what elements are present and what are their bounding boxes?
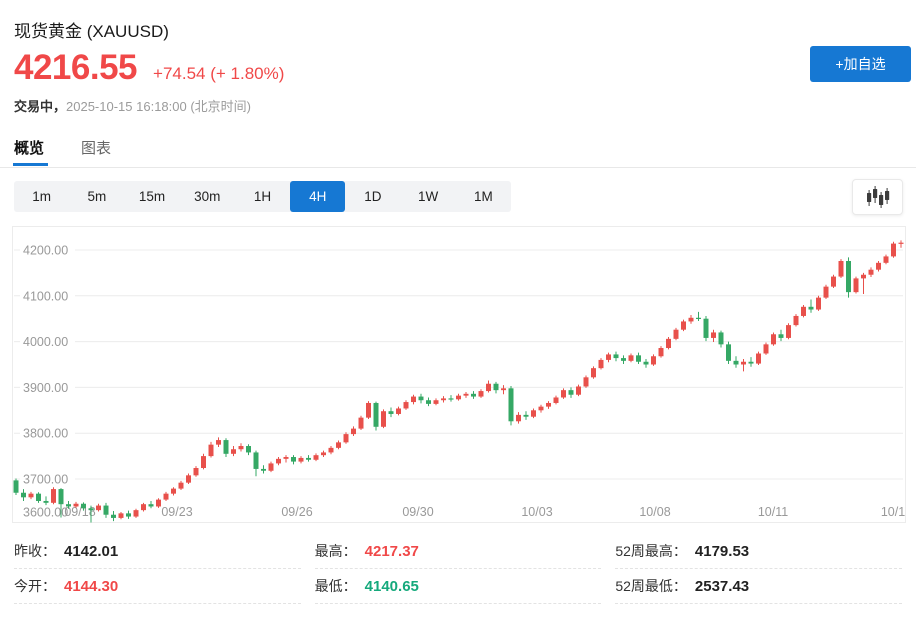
svg-text:4000.00: 4000.00 <box>23 335 68 349</box>
chart-type-button[interactable] <box>852 179 903 215</box>
timeframe-1m-month[interactable]: 1M <box>456 181 511 212</box>
svg-text:10/03: 10/03 <box>521 505 552 519</box>
quote-page: 现货黄金 (XAUUSD) +加自选 4216.55 +74.54 (+ 1.8… <box>0 0 916 617</box>
svg-text:10/1: 10/1 <box>881 505 905 519</box>
svg-text:3900.00: 3900.00 <box>23 381 68 395</box>
status-row: 交易中，2025-10-15 16:18:00 (北京时间) <box>14 96 251 115</box>
svg-text:09/23: 09/23 <box>161 505 192 519</box>
stat-open: 今开： 4144.30 <box>14 569 301 604</box>
svg-text:3800.00: 3800.00 <box>23 427 68 441</box>
candlestick-chart[interactable]: 09/1809/2309/2609/3010/0310/0810/1110/14… <box>0 226 916 523</box>
quote-timestamp: 2025-10-15 16:18:00 (北京时间) <box>66 99 251 114</box>
active-tab-indicator <box>13 163 48 166</box>
svg-text:09/30: 09/30 <box>402 505 433 519</box>
svg-text:09/26: 09/26 <box>281 505 312 519</box>
svg-text:4100.00: 4100.00 <box>23 289 68 303</box>
price-change: +74.54 (+ 1.80%) <box>153 64 284 84</box>
trading-status: 交易中， <box>14 99 66 114</box>
timeframe-1d[interactable]: 1D <box>345 181 400 212</box>
add-watchlist-button[interactable]: +加自选 <box>810 46 911 82</box>
svg-text:3700.00: 3700.00 <box>23 473 68 487</box>
stats-grid: 昨收： 4142.01 今开： 4144.30 最高： 4217.37 最低： … <box>14 534 902 604</box>
stat-low: 最低： 4140.65 <box>315 569 602 604</box>
stat-prev-close: 昨收： 4142.01 <box>14 534 301 569</box>
timeframe-bar: 1m 5m 15m 30m 1H 4H 1D 1W 1M <box>14 181 511 212</box>
timeframe-30m[interactable]: 30m <box>180 181 235 212</box>
tab-chart[interactable]: 图表 <box>81 137 111 170</box>
instrument-title: 现货黄金 (XAUUSD) <box>14 17 169 42</box>
timeframe-15m[interactable]: 15m <box>124 181 179 212</box>
timeframe-5m[interactable]: 5m <box>69 181 124 212</box>
svg-text:10/11: 10/11 <box>758 505 788 519</box>
timeframe-1m[interactable]: 1m <box>14 181 69 212</box>
timeframe-4h[interactable]: 4H <box>290 181 345 212</box>
candlestick-icon <box>866 186 890 208</box>
svg-text:4200.00: 4200.00 <box>23 244 68 258</box>
stat-52w-high: 52周最高： 4179.53 <box>615 534 902 569</box>
stat-high: 最高： 4217.37 <box>315 534 602 569</box>
timeframe-1h[interactable]: 1H <box>235 181 290 212</box>
timeframe-1w[interactable]: 1W <box>401 181 456 212</box>
last-price: 4216.55 <box>14 48 137 88</box>
svg-text:10/08: 10/08 <box>639 505 670 519</box>
stat-52w-low: 52周最低： 2537.43 <box>615 569 902 604</box>
price-row: 4216.55 +74.54 (+ 1.80%) <box>14 48 284 88</box>
tab-divider <box>0 167 916 168</box>
